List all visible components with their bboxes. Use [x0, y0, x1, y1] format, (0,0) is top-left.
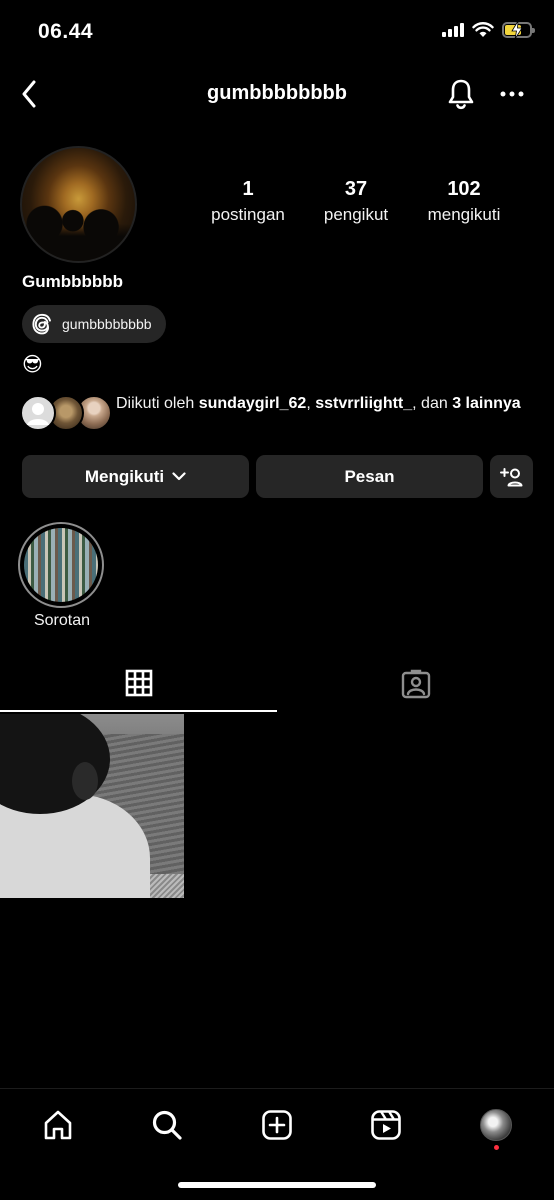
profile-actions: Mengikuti Pesan: [22, 455, 533, 498]
message-button[interactable]: Pesan: [256, 455, 483, 498]
search-icon: [152, 1110, 182, 1140]
mutual-avatar: [20, 395, 56, 431]
tab-posts[interactable]: [0, 656, 277, 712]
home-indicator: [178, 1182, 376, 1188]
mutual-followers[interactable]: Diikuti oleh sundaygirl_62, sstvrrliight…: [20, 392, 530, 434]
post-thumbnail[interactable]: [0, 714, 184, 898]
followed-by-prefix: Diikuti oleh: [116, 395, 195, 412]
threads-handle: gumbbbbbbbb: [62, 316, 152, 332]
profile-avatar[interactable]: [20, 146, 137, 263]
mutual-others[interactable]: 3 lainnya: [452, 395, 520, 412]
charging-bolt-icon: [511, 21, 523, 39]
threads-link[interactable]: gumbbbbbbbb: [22, 305, 166, 343]
mutual-avatars: [20, 392, 112, 434]
wifi-icon: [472, 22, 494, 37]
nav-reels[interactable]: [362, 1105, 410, 1145]
tab-tagged[interactable]: [277, 656, 554, 712]
nav-profile[interactable]: [472, 1105, 520, 1145]
display-name: Gumbbbbbb: [22, 272, 124, 291]
stat-following-count: 102: [447, 178, 481, 200]
message-button-label: Pesan: [344, 466, 395, 486]
reels-icon: [371, 1110, 401, 1140]
bell-icon: [448, 79, 474, 110]
stat-followers-label: pengikut: [323, 205, 389, 224]
status-icons: [442, 21, 535, 39]
mutual-followers-text: Diikuti oleh sundaygirl_62, sstvrrliight…: [116, 392, 521, 434]
story-highlight[interactable]: Sorotan: [18, 522, 106, 630]
suggested-people-button[interactable]: [490, 455, 533, 498]
add-person-icon: [499, 467, 522, 486]
content-tabs: [0, 656, 554, 712]
stat-posts[interactable]: 1 postingan: [196, 178, 300, 225]
more-horizontal-icon: [500, 91, 524, 97]
following-button[interactable]: Mengikuti: [22, 455, 249, 498]
following-button-label: Mengikuti: [84, 466, 165, 486]
stat-followers-count: 37: [344, 178, 368, 200]
status-time: 06.44: [38, 20, 94, 43]
nav-create[interactable]: [253, 1105, 301, 1145]
bio-text: 😎: [22, 354, 43, 376]
chevron-down-icon: [172, 472, 186, 481]
tagged-person-icon: [401, 669, 430, 699]
highlight-label: Sorotan: [33, 612, 91, 629]
highlight-cover: [18, 522, 104, 608]
more-options-button[interactable]: [496, 80, 528, 108]
threads-icon: [32, 313, 51, 335]
stat-posts-count: 1: [242, 178, 254, 200]
stat-following-label: mengikuti: [427, 205, 501, 224]
plus-square-icon: [262, 1110, 292, 1140]
notifications-button[interactable]: [444, 76, 478, 112]
followed-by-conjunction: , dan: [412, 395, 448, 412]
stat-followers[interactable]: 37 pengikut: [304, 178, 408, 225]
stat-posts-label: postingan: [211, 205, 285, 224]
grid-icon: [125, 669, 152, 697]
mutual-user-2[interactable]: sstvrrliightt_: [315, 395, 412, 412]
top-nav: gumbbbbbbbb: [0, 70, 554, 120]
stat-following[interactable]: 102 mengikuti: [412, 178, 516, 225]
profile-avatar-small: [480, 1109, 512, 1141]
notification-dot: [494, 1145, 499, 1150]
nav-search[interactable]: [143, 1105, 191, 1145]
nav-home[interactable]: [34, 1105, 82, 1145]
mutual-user-1[interactable]: sundaygirl_62: [199, 395, 307, 412]
followed-by-separator: ,: [306, 395, 311, 412]
profile-screen: 06.44 gumbbbbbbbb 1 postingan 37 pengiku…: [0, 0, 554, 1200]
home-icon: [44, 1110, 72, 1140]
status-bar: 06.44: [0, 0, 554, 66]
profile-stats: 1 postingan 37 pengikut 102 mengikuti: [196, 178, 516, 225]
battery-icon: [502, 21, 535, 39]
cellular-signal-icon: [442, 23, 464, 37]
